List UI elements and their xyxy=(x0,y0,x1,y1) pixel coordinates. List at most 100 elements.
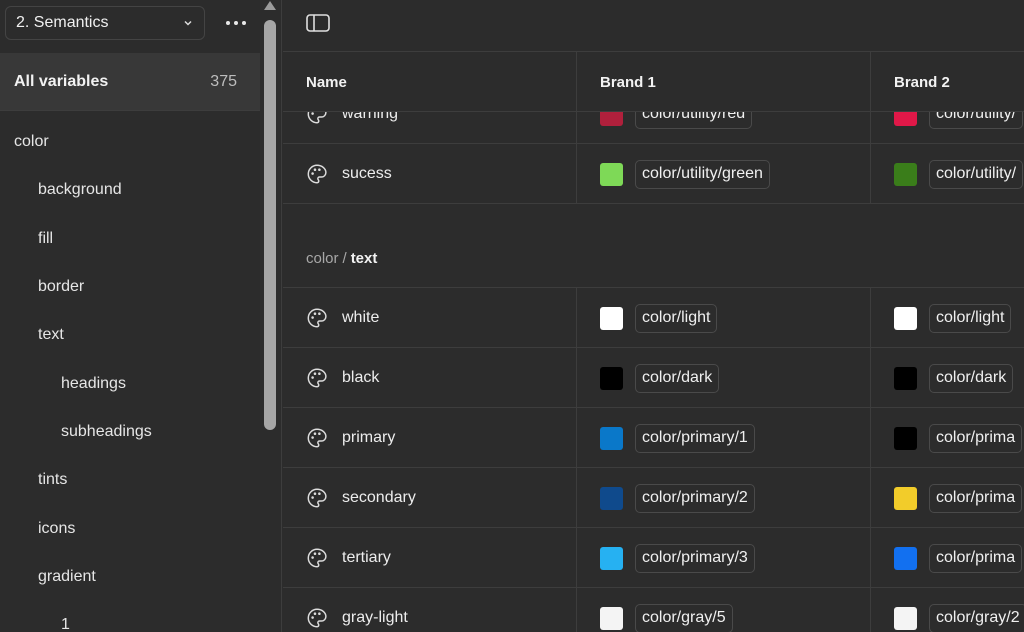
column-divider xyxy=(870,144,871,204)
value-cell-brand2[interactable]: color/light xyxy=(894,288,1012,348)
tree-item-text[interactable]: text xyxy=(0,311,260,359)
column-divider xyxy=(576,144,577,204)
value-cell-brand1[interactable]: color/utility/green xyxy=(600,144,770,204)
variable-name-cell[interactable]: gray-light xyxy=(306,588,408,632)
color-swatch[interactable] xyxy=(600,306,623,330)
tree-item-icons[interactable]: icons xyxy=(0,504,260,552)
alias-pill[interactable]: color/dark xyxy=(635,363,720,393)
column-divider xyxy=(870,468,871,528)
palette-icon xyxy=(307,488,327,508)
column-divider xyxy=(576,468,577,528)
tree-item-fill[interactable]: fill xyxy=(0,215,260,263)
tree-item-headings[interactable]: headings xyxy=(0,359,260,407)
column-header-brand-1[interactable]: Brand 1 xyxy=(600,52,656,112)
color-swatch[interactable] xyxy=(894,306,917,330)
variable-name: white xyxy=(342,309,380,326)
value-cell-brand1[interactable]: color/gray/5 xyxy=(600,588,733,632)
value-cell-brand2[interactable]: color/dark xyxy=(894,348,1014,408)
tree-item-label: border xyxy=(38,278,85,296)
alias-pill[interactable]: color/gray/2 xyxy=(929,603,1024,632)
color-swatch[interactable] xyxy=(600,486,623,510)
palette-icon xyxy=(307,548,327,568)
alias-pill[interactable]: color/prima xyxy=(929,543,1023,573)
value-cell-brand2[interactable]: color/prima xyxy=(894,408,1023,468)
tree-item-subheadings[interactable]: subheadings xyxy=(0,408,260,456)
color-swatch[interactable] xyxy=(600,606,623,630)
column-header-brand-2[interactable]: Brand 2 xyxy=(894,52,950,112)
value-cell-brand1[interactable]: color/dark xyxy=(600,348,720,408)
collection-label: 2. Semantics xyxy=(16,14,109,31)
table-row[interactable]: gray-light color/gray/5 color/gray/2 xyxy=(283,588,1024,632)
table-row[interactable]: tertiary color/primary/3 color/prima xyxy=(283,528,1024,588)
group-header: color / text xyxy=(306,240,377,276)
tree-item-color[interactable]: color xyxy=(0,118,260,166)
column-divider xyxy=(870,588,871,632)
alias-pill[interactable]: color/light xyxy=(929,303,1012,333)
tree-item-background[interactable]: background xyxy=(0,166,260,214)
variable-name-cell[interactable]: white xyxy=(306,288,379,348)
table-row[interactable]: black color/dark color/dark xyxy=(283,348,1024,408)
variable-name-cell[interactable]: black xyxy=(306,348,379,408)
scroll-thumb[interactable] xyxy=(264,20,276,430)
variable-name: gray-light xyxy=(342,609,408,626)
color-swatch[interactable] xyxy=(894,162,917,186)
color-swatch[interactable] xyxy=(894,366,917,390)
collection-dropdown[interactable]: 2. Semantics xyxy=(5,6,205,40)
value-cell-brand1[interactable]: color/primary/1 xyxy=(600,408,755,468)
alias-pill[interactable]: color/prima xyxy=(929,423,1023,453)
table-row[interactable]: secondary color/primary/2 color/prima xyxy=(283,468,1024,528)
color-swatch[interactable] xyxy=(894,426,917,450)
variable-name: sucess xyxy=(342,165,392,182)
tree-item-border[interactable]: border xyxy=(0,263,260,311)
tree-item-label: 1 xyxy=(61,616,70,632)
variables-table: color / text warning color/utility/red col… xyxy=(283,0,1024,632)
column-divider xyxy=(576,288,577,348)
all-variables-item[interactable]: All variables 375 xyxy=(0,53,260,111)
value-cell-brand2[interactable]: color/utility/ xyxy=(894,144,1024,204)
tree-item-1[interactable]: 1 xyxy=(0,601,260,632)
alias-pill[interactable]: color/dark xyxy=(929,363,1014,393)
sidebar-scrollbar[interactable] xyxy=(263,0,277,632)
table-row[interactable]: sucess color/utility/green color/utility/ xyxy=(283,144,1024,204)
more-options-button[interactable] xyxy=(222,10,250,36)
alias-pill[interactable]: color/light xyxy=(635,303,718,333)
tree-item-gradient[interactable]: gradient xyxy=(0,553,260,601)
alias-pill[interactable]: color/primary/2 xyxy=(635,483,755,513)
value-cell-brand2[interactable]: color/gray/2 xyxy=(894,588,1024,632)
value-cell-brand2[interactable]: color/prima xyxy=(894,468,1023,528)
color-swatch[interactable] xyxy=(600,162,623,186)
tree-item-label: icons xyxy=(38,519,76,537)
variable-name-cell[interactable]: sucess xyxy=(306,144,392,204)
alias-pill[interactable]: color/utility/green xyxy=(635,159,770,189)
variable-name-cell[interactable]: primary xyxy=(306,408,395,468)
more-horizontal-icon xyxy=(226,21,230,25)
scroll-up-arrow-icon[interactable] xyxy=(264,1,276,10)
column-header-name[interactable]: Name xyxy=(306,52,347,112)
color-swatch[interactable] xyxy=(600,546,623,570)
alias-pill[interactable]: color/primary/3 xyxy=(635,543,755,573)
color-swatch[interactable] xyxy=(894,546,917,570)
alias-pill[interactable]: color/prima xyxy=(929,483,1023,513)
tree-item-label: color xyxy=(14,133,49,151)
column-divider xyxy=(576,588,577,632)
group-path-name: text xyxy=(350,249,378,267)
table-row[interactable]: white color/light color/light xyxy=(283,288,1024,348)
variable-name-cell[interactable]: secondary xyxy=(306,468,416,528)
color-swatch[interactable] xyxy=(894,606,917,630)
color-swatch[interactable] xyxy=(894,486,917,510)
alias-pill[interactable]: color/utility/ xyxy=(929,159,1024,189)
value-cell-brand1[interactable]: color/primary/2 xyxy=(600,468,755,528)
column-divider xyxy=(870,288,871,348)
alias-pill[interactable]: color/gray/5 xyxy=(635,603,733,632)
value-cell-brand2[interactable]: color/prima xyxy=(894,528,1023,588)
color-swatch[interactable] xyxy=(600,426,623,450)
variable-name-cell[interactable]: tertiary xyxy=(306,528,391,588)
tree-item-tints[interactable]: tints xyxy=(0,456,260,504)
alias-pill[interactable]: color/primary/1 xyxy=(635,423,755,453)
palette-icon xyxy=(307,608,327,628)
table-row[interactable]: primary color/primary/1 color/prima xyxy=(283,408,1024,468)
palette-icon xyxy=(307,368,327,388)
value-cell-brand1[interactable]: color/primary/3 xyxy=(600,528,755,588)
color-swatch[interactable] xyxy=(600,366,623,390)
value-cell-brand1[interactable]: color/light xyxy=(600,288,718,348)
